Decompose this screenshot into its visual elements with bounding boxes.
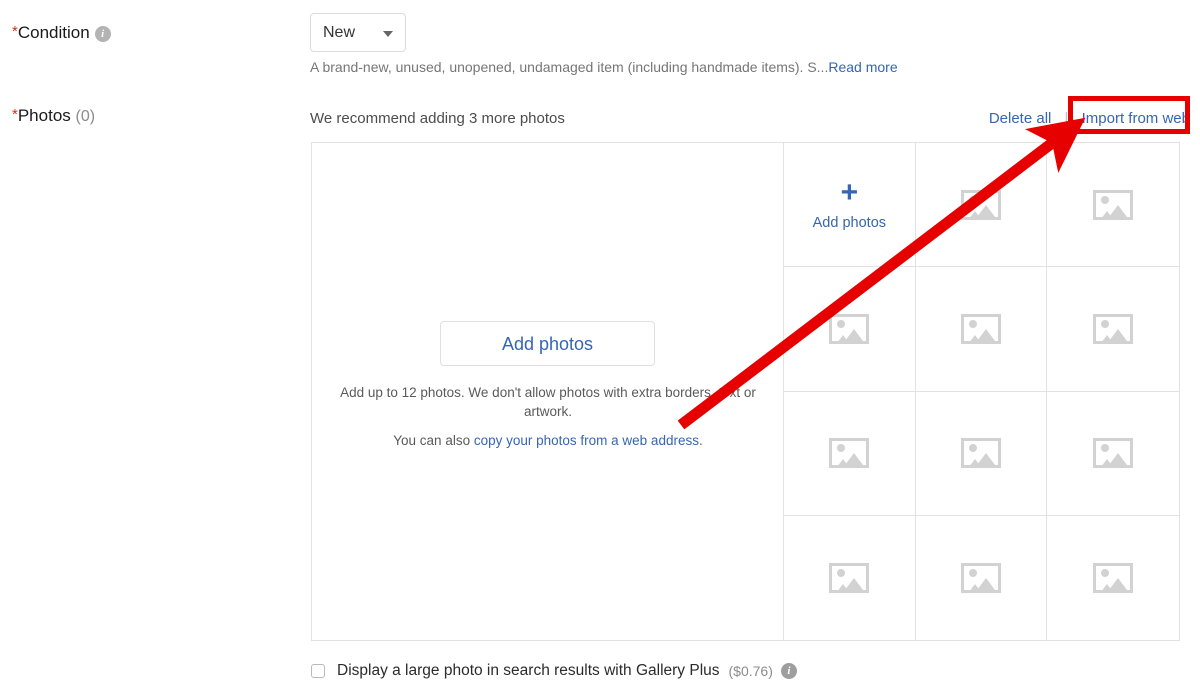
photos-actions: Delete all | Import from web — [989, 110, 1190, 127]
photos-field-label: *Photos (0) — [12, 107, 292, 125]
photo-slot[interactable] — [1047, 516, 1179, 640]
image-placeholder-icon — [960, 313, 1001, 344]
condition-field-label: *Condition i — [12, 24, 292, 42]
condition-select[interactable]: New — [310, 13, 406, 52]
condition-description-text: A brand-new, unused, unopened, undamaged… — [310, 59, 829, 75]
photo-slot[interactable] — [784, 515, 916, 640]
image-placeholder-icon — [1093, 562, 1134, 593]
photo-slot[interactable] — [1047, 143, 1179, 268]
photo-slot[interactable] — [1047, 267, 1179, 392]
condition-description: A brand-new, unused, unopened, undamaged… — [310, 59, 898, 75]
web-note-prefix: You can also — [393, 433, 474, 448]
photo-slot[interactable] — [915, 391, 1048, 516]
photo-drop-zone[interactable]: Add photos Add up to 12 photos. We don't… — [312, 143, 784, 640]
gallery-plus-price: ($0.76) — [728, 663, 773, 679]
image-placeholder-icon — [829, 438, 870, 469]
photo-slot[interactable] — [915, 267, 1048, 392]
condition-selected-value: New — [323, 24, 356, 41]
photo-upload-area: Add photos Add up to 12 photos. We don't… — [311, 142, 1180, 641]
add-photos-cell-label: Add photos — [812, 215, 887, 232]
actions-divider: | — [1064, 110, 1069, 127]
read-more-link[interactable]: Read more — [828, 59, 897, 75]
image-placeholder-icon — [829, 313, 870, 344]
image-placeholder-icon — [960, 562, 1001, 593]
image-placeholder-icon — [829, 562, 870, 593]
gallery-plus-checkbox[interactable] — [311, 664, 325, 678]
condition-label-text: Condition — [17, 23, 90, 42]
image-placeholder-icon — [1093, 189, 1134, 220]
plus-icon: + — [840, 176, 859, 210]
photo-slot[interactable] — [784, 391, 916, 516]
photo-slot[interactable] — [1047, 392, 1179, 516]
photo-slot[interactable] — [915, 143, 1048, 268]
web-note-suffix: . — [698, 433, 703, 448]
photo-web-address-note: You can also copy your photos from a web… — [336, 433, 760, 448]
photos-label-text: Photos — [17, 106, 71, 125]
chevron-down-icon — [383, 31, 393, 37]
photo-thumbnail-grid: + Add photos — [784, 143, 1179, 640]
import-from-web-link[interactable]: Import from web — [1082, 110, 1190, 127]
delete-all-link[interactable]: Delete all — [989, 110, 1052, 127]
photo-slot[interactable] — [916, 515, 1048, 640]
copy-photos-from-web-link[interactable]: copy your photos from a web address — [474, 433, 699, 448]
gallery-plus-row: Display a large photo in search results … — [311, 662, 797, 680]
gallery-plus-label: Display a large photo in search results … — [337, 662, 720, 679]
image-placeholder-icon — [960, 438, 1001, 469]
add-photos-button[interactable]: Add photos — [440, 321, 655, 366]
image-placeholder-icon — [960, 189, 1001, 220]
info-icon[interactable]: i — [780, 663, 797, 679]
info-icon[interactable]: i — [94, 26, 111, 42]
add-photos-cell[interactable]: + Add photos — [784, 143, 916, 268]
image-placeholder-icon — [1093, 438, 1134, 469]
image-placeholder-icon — [1093, 313, 1134, 344]
photo-upload-note: Add up to 12 photos. We don't allow phot… — [340, 385, 756, 419]
photos-count: (0) — [75, 108, 96, 125]
photo-slot[interactable] — [784, 267, 916, 392]
photos-recommendation: We recommend adding 3 more photos — [310, 110, 565, 127]
